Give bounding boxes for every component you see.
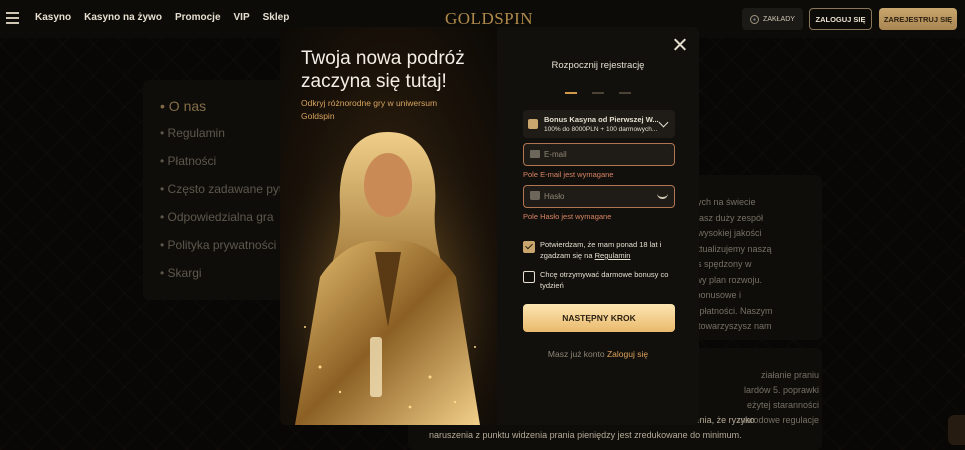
bonus-subtitle: 100% do 8000PLN + 100 darmowych...	[544, 126, 658, 133]
hamburger-menu-icon[interactable]	[6, 12, 19, 24]
lock-icon	[530, 191, 540, 200]
goldspin-logo[interactable]: GOLDSPIN	[445, 9, 533, 29]
close-icon[interactable]	[673, 38, 687, 52]
step-1	[565, 92, 577, 94]
bets-button[interactable]: ZAKŁADY	[742, 8, 803, 30]
email-error: Pole E-mail jest wymagane	[523, 170, 614, 179]
registration-modal: Twoja nowa podróż zaczyna się tutaj! Odk…	[280, 27, 699, 425]
password-error: Pole Hasło jest wymagane	[523, 212, 612, 221]
nav-kasyno[interactable]: Kasyno	[35, 12, 71, 23]
modal-subtitle: Odkryj różnorodne gry w uniwersum Goldsp…	[301, 98, 438, 121]
login-button[interactable]: ZALOGUJ SIĘ	[809, 8, 872, 30]
terms-link[interactable]: Regulamin	[595, 251, 631, 260]
show-password-icon[interactable]	[657, 193, 668, 199]
age-terms-text: Potwierdzam, że mam ponad 18 lat i zgadz…	[540, 239, 680, 261]
register-button[interactable]: ZAREJESTRUJ SIĘ	[879, 8, 957, 30]
already-have-account: Masz już konto Zaloguj się	[497, 349, 699, 359]
nav-promotions[interactable]: Promocje	[175, 12, 221, 23]
nav-shop[interactable]: Sklep	[263, 12, 290, 23]
bonus-optin-checkbox[interactable]	[523, 271, 535, 283]
football-icon	[750, 14, 760, 24]
nav-live-casino[interactable]: Kasyno na żywo	[84, 12, 162, 23]
chevron-down-icon	[658, 117, 669, 128]
bonus-optin-text: Chcę otrzymywać darmowe bonusy co tydzie…	[540, 270, 669, 290]
password-input[interactable]	[544, 189, 654, 204]
password-field	[523, 185, 675, 208]
step-2	[592, 92, 604, 94]
aml-foot-line: naruszenia z punktu widzenia prania pien…	[429, 430, 742, 440]
promo-woman-image	[280, 127, 497, 425]
registration-title: Rozpocznij rejestrację	[551, 60, 645, 71]
bonus-select[interactable]: Bonus Kasyna od Pierwszej W... 100% do 8…	[523, 110, 675, 138]
email-input[interactable]	[544, 147, 654, 162]
modal-title: Twoja nowa podróż zaczyna się tutaj!	[301, 48, 465, 92]
gift-icon	[528, 119, 538, 129]
main-nav: Kasyno Kasyno na żywo Promocje VIP Sklep	[35, 12, 289, 23]
next-step-button[interactable]: NASTĘPNY KROK	[523, 304, 675, 332]
step-3	[619, 92, 631, 94]
login-link[interactable]: Zaloguj się	[607, 349, 648, 359]
email-field	[523, 143, 675, 166]
already-text: Masz już konto	[547, 349, 607, 359]
bets-label: ZAKŁADY	[763, 15, 795, 23]
step-indicator	[565, 92, 631, 94]
nav-vip[interactable]: VIP	[234, 12, 250, 23]
mail-icon	[530, 150, 540, 158]
bonus-title: Bonus Kasyna od Pierwszej W...	[544, 115, 659, 124]
modal-promo-panel: Twoja nowa podróż zaczyna się tutaj! Odk…	[280, 27, 497, 425]
modal-form-panel: Rozpocznij rejestrację Bonus Kasyna od P…	[497, 27, 699, 425]
age-terms-checkbox[interactable]	[523, 241, 535, 253]
